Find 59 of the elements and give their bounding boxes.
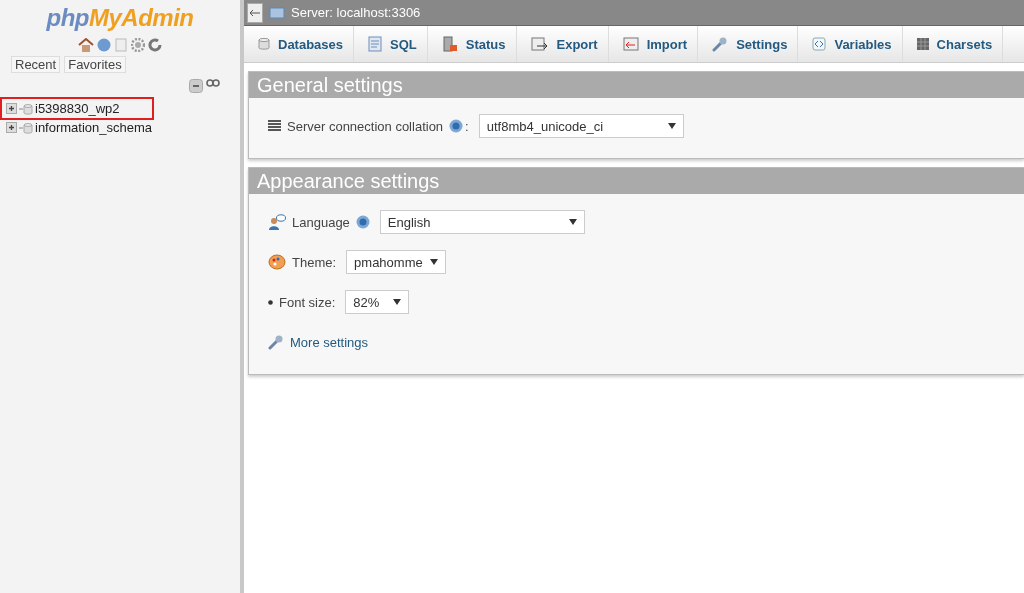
database-icon — [258, 37, 270, 51]
arrow-icon — [250, 9, 260, 16]
caret-icon — [667, 123, 676, 129]
nav-button[interactable]: Favorites — [64, 56, 126, 73]
panel-title: General settings — [249, 72, 1024, 98]
field-label: Theme: — [292, 254, 337, 270]
tree-row[interactable]: information_schema — [2, 118, 157, 137]
field-label: Font size: — [279, 294, 336, 310]
document-icon — [368, 36, 383, 52]
nav-tab[interactable]: Charsets — [902, 26, 1004, 62]
home-icon[interactable] — [78, 38, 94, 52]
export-icon — [530, 37, 549, 51]
dropdown[interactable]: utf8mb4_unicode_ci — [478, 114, 684, 138]
person-speech-icon — [268, 213, 286, 231]
colon-text: : — [465, 118, 469, 134]
field-label: Language — [292, 214, 350, 230]
back-button[interactable] — [247, 2, 263, 23]
import-icon — [622, 37, 639, 51]
reload-icon[interactable] — [148, 38, 162, 52]
palette-icon — [268, 254, 286, 270]
nav-tab[interactable]: Import — [608, 26, 699, 62]
nav-tab[interactable]: Settings — [698, 26, 799, 62]
server-icon — [269, 5, 285, 20]
dropdown[interactable]: pmahomme — [346, 250, 447, 274]
nav-button[interactable]: Recent — [11, 56, 61, 73]
settings-icon[interactable] — [131, 38, 145, 52]
variables-icon — [812, 37, 827, 51]
help-icon[interactable] — [449, 119, 464, 133]
wrench-icon — [712, 36, 729, 52]
dropdown[interactable]: English — [379, 210, 585, 234]
expand-icon[interactable] — [6, 122, 17, 133]
server-icon — [441, 36, 458, 52]
collapse-icon[interactable] — [189, 79, 203, 93]
caret-icon — [568, 219, 577, 225]
database-name[interactable]: i5398830_wp2 — [35, 101, 120, 116]
wrench-icon — [268, 334, 284, 350]
list-icon — [268, 120, 281, 132]
bullet-icon — [268, 299, 273, 305]
grid-icon — [916, 38, 929, 50]
nav-tab[interactable]: Status — [427, 26, 517, 62]
panel-title: Appearance settings — [249, 168, 1024, 194]
link-icon[interactable] — [206, 79, 220, 87]
expand-icon[interactable] — [6, 103, 17, 114]
nav-tab[interactable]: Databases — [244, 26, 355, 62]
more-settings-link[interactable]: More settings — [290, 334, 369, 350]
tree-row[interactable]: i5398830_wp2 — [2, 99, 152, 118]
caret-icon — [393, 299, 402, 305]
nav-tab[interactable]: SQL — [354, 26, 428, 62]
caret-icon — [430, 259, 439, 265]
field-label: Server connection collation — [287, 118, 444, 134]
database-icon — [19, 102, 33, 115]
help-icon[interactable] — [355, 215, 370, 229]
dropdown[interactable]: 82% — [345, 290, 410, 314]
breadcrumb-link[interactable]: Server: localhost:3306 — [291, 5, 421, 20]
nav-tab[interactable]: Export — [516, 26, 609, 62]
database-name[interactable]: information_schema — [35, 120, 153, 135]
nav-tab[interactable]: Variables — [798, 26, 903, 62]
database-icon — [19, 121, 33, 134]
info-icon[interactable] — [97, 38, 111, 52]
